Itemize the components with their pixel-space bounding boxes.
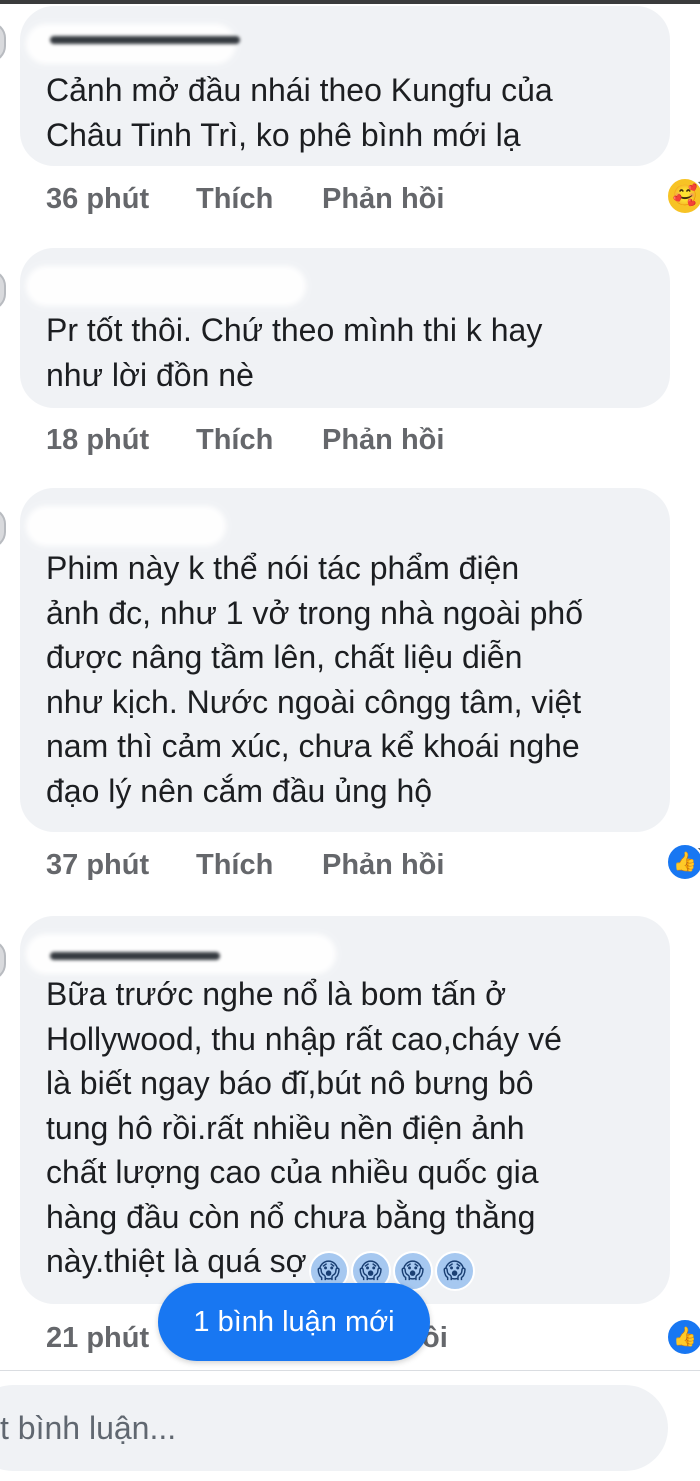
- comment-input[interactable]: [0, 1385, 640, 1471]
- comment-time[interactable]: 36 phút: [46, 183, 149, 216]
- comment-text: Phim này k thể nói tác phẩm điện ảnh đc,…: [46, 550, 584, 809]
- reply-button[interactable]: Phản hồi: [322, 183, 444, 216]
- comment-actions: 37 phút Thích Phản hồi 55 👍: [46, 843, 700, 889]
- redacted-author-name[interactable]: [26, 506, 226, 546]
- avatar[interactable]: [0, 508, 6, 548]
- screenshot-top-edge: [0, 0, 700, 4]
- author-name-trace: [50, 952, 220, 960]
- like-button[interactable]: Thích: [196, 183, 273, 216]
- avatar[interactable]: [0, 270, 6, 310]
- avatar[interactable]: [0, 940, 6, 980]
- like-button[interactable]: Thích: [196, 849, 273, 882]
- author-name-trace: [50, 36, 240, 44]
- like-icon: 👍: [666, 1318, 700, 1356]
- comment-body: Bữa trước nghe nổ là bom tấn ở Hollywood…: [46, 976, 562, 1279]
- comment-time[interactable]: 21 phút: [46, 1322, 149, 1355]
- comment-text: Bữa trước nghe nổ là bom tấn ở Hollywood…: [46, 972, 650, 1291]
- care-icon: 🥰: [666, 177, 700, 215]
- like-icon: 👍: [666, 843, 700, 881]
- comment-text: Cảnh mở đầu nhái theo Kungfu của Châu Ti…: [46, 72, 553, 153]
- reply-button[interactable]: Phản hồi: [322, 849, 444, 882]
- divider: [0, 1370, 700, 1371]
- comment-actions: 36 phút Thích Phản hồi 29 👍 😆 🥰: [46, 177, 700, 223]
- new-comments-button[interactable]: 1 bình luận mới: [158, 1283, 430, 1361]
- comment-bubble: Phim này k thể nói tác phẩm điện ảnh đc,…: [20, 488, 670, 832]
- comment-composer[interactable]: [0, 1385, 668, 1471]
- comment-actions: 18 phút Thích Phản hồi: [46, 424, 676, 464]
- comment-time[interactable]: 37 phút: [46, 849, 149, 882]
- comment-time[interactable]: 18 phút: [46, 424, 149, 457]
- redacted-author-name[interactable]: [26, 24, 236, 64]
- scared-face-icon: 😱: [434, 1251, 475, 1291]
- redacted-author-name[interactable]: [26, 266, 306, 306]
- comment-bubble: Cảnh mở đầu nhái theo Kungfu của Châu Ti…: [20, 6, 670, 166]
- comment-bubble: Pr tốt thôi. Chứ theo mình thi k hay như…: [20, 248, 670, 408]
- reply-button[interactable]: Phản hồi: [322, 424, 444, 457]
- avatar[interactable]: [0, 22, 6, 62]
- comment-bubble: Bữa trước nghe nổ là bom tấn ở Hollywood…: [20, 916, 670, 1304]
- like-button[interactable]: Thích: [196, 424, 273, 457]
- comment-text: Pr tốt thôi. Chứ theo mình thi k hay như…: [46, 312, 543, 393]
